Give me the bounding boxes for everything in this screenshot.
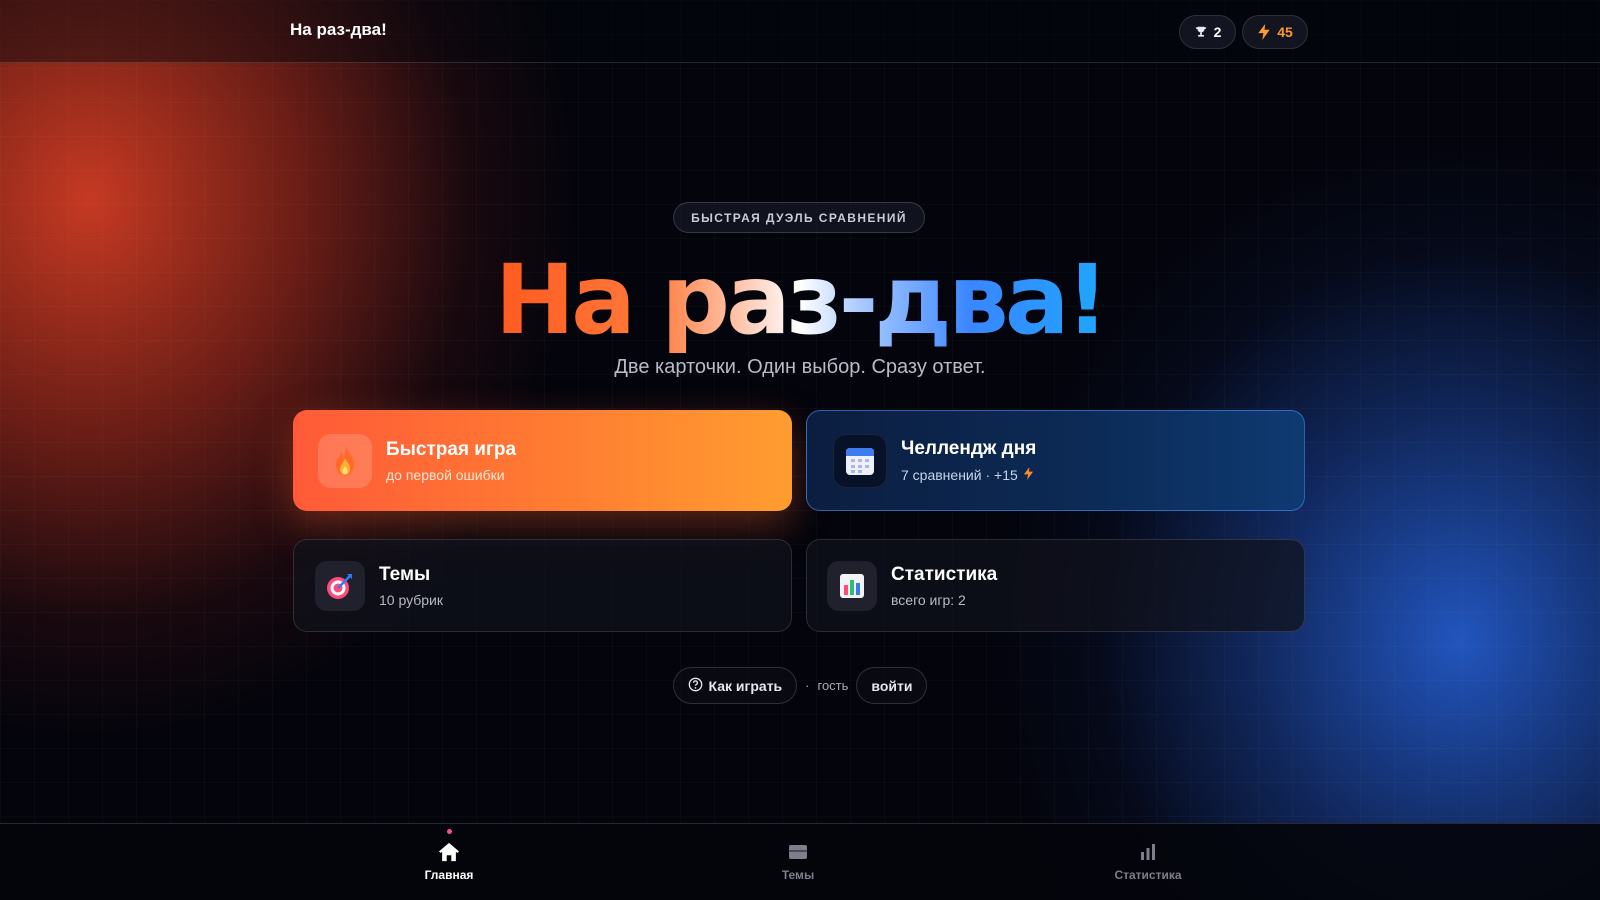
nav-label: Главная	[424, 868, 474, 882]
login-button[interactable]: войти	[856, 667, 928, 704]
nav-label: Темы	[781, 868, 815, 882]
bar-chart-icon	[827, 560, 877, 611]
statistics-title: Статистика	[891, 563, 998, 585]
lightning-icon	[1257, 24, 1271, 40]
fire-icon	[318, 433, 372, 488]
quick-game-card[interactable]: Быстрая игра до первой ошибки	[293, 410, 792, 511]
cards-icon	[788, 840, 808, 864]
trophy-counter[interactable]: 2	[1179, 15, 1236, 49]
target-icon	[315, 560, 365, 611]
nav-item-statistics[interactable]: Статистика	[1078, 824, 1218, 900]
statistics-subtitle: всего игр: 2	[891, 591, 966, 608]
hero-title-text: На раз-два!	[494, 244, 1110, 356]
energy-counter[interactable]: 45	[1242, 15, 1308, 49]
help-circle-icon	[688, 677, 703, 695]
daily-challenge-subtitle: 7 сравнений · +15	[901, 466, 1018, 483]
trophy-icon	[1194, 25, 1208, 39]
hero-title: На раз-два!	[0, 247, 1600, 354]
nav-item-topics[interactable]: Темы	[728, 824, 868, 900]
hero-subtitle: Две карточки. Один выбор. Сразу ответ.	[614, 356, 986, 378]
bottom-nav: Главная Темы Статистика	[0, 823, 1600, 900]
nav-label: Статистика	[1114, 868, 1182, 882]
calendar-icon	[833, 433, 887, 488]
statistics-card[interactable]: Статистика всего игр: 2	[806, 539, 1305, 632]
quick-game-title: Быстрая игра	[386, 438, 517, 460]
lightning-icon	[1023, 466, 1034, 484]
active-indicator	[446, 829, 452, 834]
how-to-play-label: Как играть	[708, 677, 783, 694]
quick-game-subtitle: до первой ошибки	[386, 466, 505, 483]
background-grid	[0, 0, 1600, 900]
how-to-play-button[interactable]: Как играть	[672, 667, 798, 704]
energy-count: 45	[1277, 24, 1293, 40]
topics-title: Темы	[379, 563, 431, 585]
daily-challenge-subtitle-row: 7 сравнений · +15	[901, 466, 1036, 484]
app-title[interactable]: На раз-два!	[290, 20, 387, 40]
daily-challenge-card[interactable]: Челлендж дня 7 сравнений · +15	[806, 410, 1305, 511]
nav-item-home[interactable]: Главная	[379, 824, 519, 900]
topics-card[interactable]: Темы 10 рубрик	[293, 539, 792, 632]
footer-separator: ·	[805, 678, 810, 693]
trophy-count: 2	[1213, 24, 1222, 40]
top-bar: На раз-два! 2 45	[0, 0, 1600, 63]
guest-label: гость	[817, 678, 849, 693]
daily-challenge-title: Челлендж дня	[901, 437, 1037, 459]
home-icon	[438, 840, 460, 864]
footer-links: Как играть · гость войти	[0, 667, 1600, 704]
hero-eyebrow-badge: БЫСТРАЯ ДУЭЛЬ СРАВНЕНИЙ	[673, 202, 925, 233]
bar-chart-icon	[1138, 840, 1158, 864]
topics-subtitle: 10 рубрик	[379, 591, 443, 608]
